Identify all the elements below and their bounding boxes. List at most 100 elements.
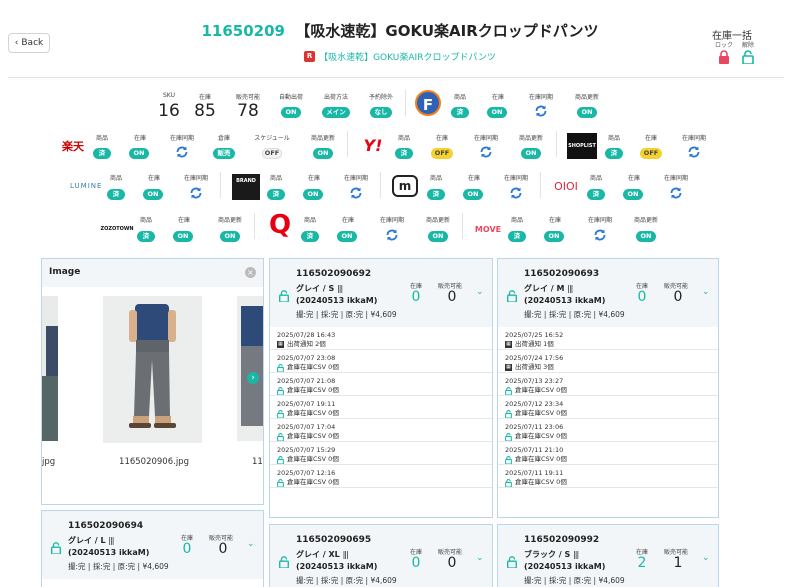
sl-stock-label: 在庫 [644, 135, 657, 142]
history-row[interactable]: 2025/07/07 17:04 倉庫在庫CSV 0個 [270, 419, 492, 442]
history-row[interactable]: 2025/07/24 17:56 ▦ 出荷通知 3個 [498, 350, 718, 373]
qo-product-pill[interactable]: 済 [301, 231, 319, 242]
mg-sync-icon[interactable] [509, 186, 523, 200]
unlock-icon[interactable] [506, 287, 518, 303]
stock-history-list: 2025/07/28 16:43 ▦ 出荷通知 2個 2025/07/07 23:… [270, 327, 492, 488]
yh-product-pill[interactable]: 済 [395, 148, 413, 159]
unlock-icon[interactable] [278, 553, 290, 569]
lm-sync-icon[interactable] [189, 186, 203, 200]
sellable-label: 販売可能 [235, 94, 260, 101]
mr-product-pill[interactable]: 済 [587, 189, 605, 200]
yh-sync-icon[interactable] [479, 145, 493, 159]
lock-all-icon[interactable] [718, 50, 730, 64]
unlock-small-icon [277, 433, 284, 442]
history-row[interactable]: 2025/07/11 19:11 倉庫在庫CSV 0個 [498, 465, 718, 488]
sku-variant: グレイ / S ||| [296, 283, 343, 294]
history-row[interactable]: 2025/07/28 16:43 ▦ 出荷通知 2個 [270, 327, 492, 350]
mg-stock-pill[interactable]: ON [463, 189, 483, 200]
mv-sync-icon[interactable] [593, 228, 607, 242]
history-date: 2025/07/07 23:08 [277, 354, 336, 362]
sku-sell-value: 1 [673, 555, 683, 571]
ba-product-label: 商品 [269, 175, 282, 182]
rk-stock-label: 在庫 [133, 135, 146, 142]
history-row[interactable]: 2025/07/07 21:08 倉庫在庫CSV 0個 [270, 373, 492, 396]
ba-sync-icon[interactable] [349, 186, 363, 200]
mv-product-pill[interactable]: 済 [508, 231, 526, 242]
prev-product-image[interactable] [42, 296, 58, 441]
mr-sync-icon[interactable] [669, 186, 683, 200]
sku-status: 撮:完 | 採:完 | 原:完 | ¥4,609 [524, 310, 625, 319]
ba-stock-pill[interactable]: ON [303, 189, 323, 200]
yh-update-pill[interactable]: ON [521, 148, 541, 159]
sl-product-pill[interactable]: 済 [605, 148, 623, 159]
mv-stock-pill[interactable]: ON [544, 231, 564, 242]
rk-update-pill[interactable]: ON [313, 148, 333, 159]
rk-stock-pill[interactable]: ON [129, 148, 149, 159]
chevron-down-icon[interactable]: ⌄ [247, 539, 255, 549]
yh-sync-label: 在庫同期 [473, 135, 498, 142]
lm-stock-pill[interactable]: ON [143, 189, 163, 200]
unlock-icon[interactable] [278, 287, 290, 303]
history-row[interactable]: 2025/07/12 23:34 倉庫在庫CSV 0個 [498, 396, 718, 419]
zz-update-pill[interactable]: ON [220, 231, 240, 242]
rakuten-logo: 楽天 [62, 140, 84, 153]
fashionwalker-logo: F [415, 90, 441, 116]
ship-method-toggle[interactable]: メイン [322, 107, 350, 118]
zz-product-pill[interactable]: 済 [137, 231, 155, 242]
product-code[interactable]: 11650209 [201, 22, 285, 40]
chevron-down-icon[interactable]: ⌄ [476, 553, 484, 563]
unlock-icon[interactable] [50, 539, 62, 555]
chevron-down-icon[interactable]: ⌄ [476, 287, 484, 297]
fw-sync-icon[interactable] [534, 104, 548, 118]
history-row[interactable]: 2025/07/07 15:29 倉庫在庫CSV 0個 [270, 442, 492, 465]
sl-sync-icon[interactable] [687, 145, 701, 159]
history-date: 2025/07/11 19:11 [505, 469, 564, 477]
yh-stock-pill[interactable]: OFF [431, 148, 453, 159]
rk-product-pill[interactable]: 済 [93, 148, 111, 159]
reserve-ex-label: 予約除外 [368, 94, 393, 101]
unlock-all-icon[interactable] [742, 50, 754, 64]
next-product-image[interactable] [237, 296, 264, 441]
product-image[interactable] [103, 296, 202, 443]
mr-stock-pill[interactable]: ON [623, 189, 643, 200]
yahoo-logo: Y! [363, 136, 383, 155]
subtitle-link[interactable]: 【吸水速乾】GOKU楽AIRクロップドパンツ [319, 50, 496, 63]
lm-product-pill[interactable]: 済 [107, 189, 125, 200]
qo-stock-pill[interactable]: ON [337, 231, 357, 242]
history-row[interactable]: 2025/07/11 21:10 倉庫在庫CSV 0個 [498, 442, 718, 465]
mv-update-label: 商品更新 [633, 217, 658, 224]
sku-status: 撮:完 | 採:完 | 原:完 | ¥4,609 [68, 562, 169, 571]
fw-product-label: 商品 [453, 94, 466, 101]
fw-stock-pill[interactable]: ON [487, 107, 507, 118]
history-row[interactable]: 2025/07/07 23:08 倉庫在庫CSV 0個 [270, 350, 492, 373]
qo-sync-icon[interactable] [385, 228, 399, 242]
ba-product-pill[interactable]: 済 [267, 189, 285, 200]
qo-update-pill[interactable]: ON [428, 231, 448, 242]
rk-sync-icon[interactable] [175, 145, 189, 159]
rk-schedule-pill[interactable]: OFF [262, 148, 282, 159]
history-row[interactable]: 2025/07/07 12:16 倉庫在庫CSV 0個 [270, 465, 492, 488]
history-row[interactable]: 2025/07/07 19:11 倉庫在庫CSV 0個 [270, 396, 492, 419]
mg-product-pill[interactable]: 済 [427, 189, 445, 200]
shoplist-logo: SHOPLIST [567, 133, 597, 159]
reserve-ex-toggle[interactable]: なし [370, 107, 392, 118]
sl-stock-pill[interactable]: OFF [640, 148, 662, 159]
unlock-icon[interactable] [506, 553, 518, 569]
product-subtitle[interactable]: R 【吸水速乾】GOKU楽AIRクロップドパンツ [0, 50, 800, 63]
sku-panel: 116502090693 グレイ / M ||| (20240513 ikkaM… [497, 258, 719, 518]
carousel-next-icon[interactable]: › [247, 372, 259, 384]
history-row[interactable]: 2025/07/13 23:27 倉庫在庫CSV 0個 [498, 373, 718, 396]
fw-product-pill[interactable]: 済 [451, 107, 469, 118]
history-row[interactable]: 2025/07/11 23:06 倉庫在庫CSV 0個 [498, 419, 718, 442]
unlock-small-icon [277, 479, 284, 488]
zz-stock-pill[interactable]: ON [173, 231, 193, 242]
rk-warehouse-pill[interactable]: 販売 [213, 148, 235, 159]
mv-update-pill[interactable]: ON [636, 231, 656, 242]
chevron-down-icon[interactable]: ⌄ [702, 553, 710, 563]
history-row[interactable]: 2025/07/25 16:52 ▦ 出荷通知 1個 [498, 327, 718, 350]
close-icon[interactable]: × [245, 267, 256, 278]
fw-update-label: 商品更新 [574, 94, 599, 101]
fw-update-pill[interactable]: ON [577, 107, 597, 118]
auto-ship-toggle[interactable]: ON [281, 107, 301, 118]
chevron-down-icon[interactable]: ⌄ [702, 287, 710, 297]
